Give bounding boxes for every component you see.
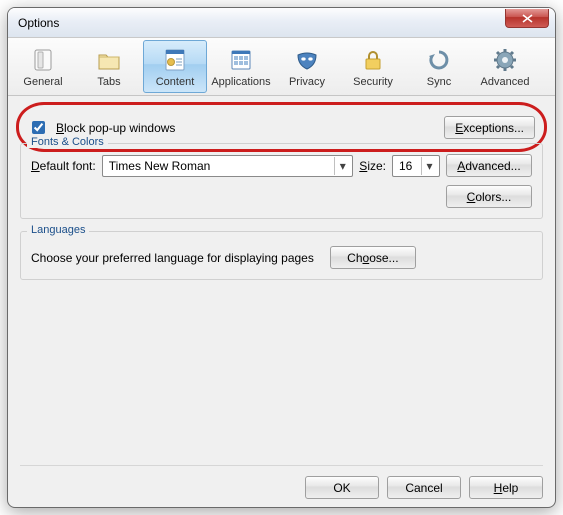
page-icon: [159, 46, 191, 74]
close-button[interactable]: [505, 9, 549, 28]
languages-description: Choose your preferred language for displ…: [31, 251, 314, 265]
content-pane: Block pop-up windows Exceptions... Fonts…: [8, 96, 555, 507]
help-button[interactable]: Help: [469, 476, 543, 499]
tab-label: Applications: [211, 76, 270, 88]
sync-icon: [423, 46, 455, 74]
advanced-tab[interactable]: Advanced: [473, 40, 537, 93]
font-size-select[interactable]: 16 ▾: [392, 155, 440, 177]
tab-label: Content: [156, 76, 195, 88]
tabs-tab[interactable]: Tabs: [77, 40, 141, 93]
close-icon: [522, 14, 533, 23]
content-tab[interactable]: Content: [143, 40, 207, 93]
fonts-colors-legend: Fonts & Colors: [27, 136, 108, 148]
languages-legend: Languages: [27, 224, 89, 236]
applications-tab[interactable]: Applications: [209, 40, 273, 93]
tab-label: Security: [353, 76, 393, 88]
fonts-advanced-button[interactable]: Advanced...: [446, 154, 532, 177]
options-window: Options General Tabs Content Application…: [7, 7, 556, 508]
lock-icon: [357, 46, 389, 74]
dialog-buttons: OK Cancel Help: [20, 465, 543, 499]
gear-icon: [489, 46, 521, 74]
switch-icon: [27, 46, 59, 74]
cancel-button[interactable]: Cancel: [387, 476, 461, 499]
default-font-label: Default font:: [31, 159, 96, 173]
title-bar: Options: [8, 8, 555, 38]
block-popups-checkbox[interactable]: [32, 121, 45, 134]
chevron-down-icon: ▾: [334, 157, 350, 175]
default-font-select[interactable]: Times New Roman ▾: [102, 155, 354, 177]
category-toolbar: General Tabs Content Applications Privac…: [8, 38, 555, 96]
sync-tab[interactable]: Sync: [407, 40, 471, 93]
size-label: Size:: [359, 159, 386, 173]
block-popups-label: Block pop-up windows: [56, 121, 175, 135]
colors-button[interactable]: Colors...: [446, 185, 532, 208]
default-font-value: Times New Roman: [109, 159, 335, 173]
ok-button[interactable]: OK: [305, 476, 379, 499]
privacy-tab[interactable]: Privacy: [275, 40, 339, 93]
tab-label: Privacy: [289, 76, 325, 88]
folder-icon: [93, 46, 125, 74]
languages-section: Languages Choose your preferred language…: [20, 231, 543, 280]
languages-choose-button[interactable]: Chooose...ose...: [330, 246, 416, 269]
tab-label: General: [23, 76, 62, 88]
tab-label: Sync: [427, 76, 451, 88]
general-tab[interactable]: General: [11, 40, 75, 93]
window-title: Options: [18, 16, 59, 30]
fonts-colors-section: Fonts & Colors Default font: Times New R…: [20, 143, 543, 219]
security-tab[interactable]: Security: [341, 40, 405, 93]
tab-label: Tabs: [97, 76, 120, 88]
grid-icon: [225, 46, 257, 74]
chevron-down-icon: ▾: [421, 157, 437, 175]
font-size-value: 16: [399, 159, 421, 173]
exceptions-button[interactable]: Exceptions...: [444, 116, 535, 139]
mask-icon: [291, 46, 323, 74]
tab-label: Advanced: [481, 76, 530, 88]
